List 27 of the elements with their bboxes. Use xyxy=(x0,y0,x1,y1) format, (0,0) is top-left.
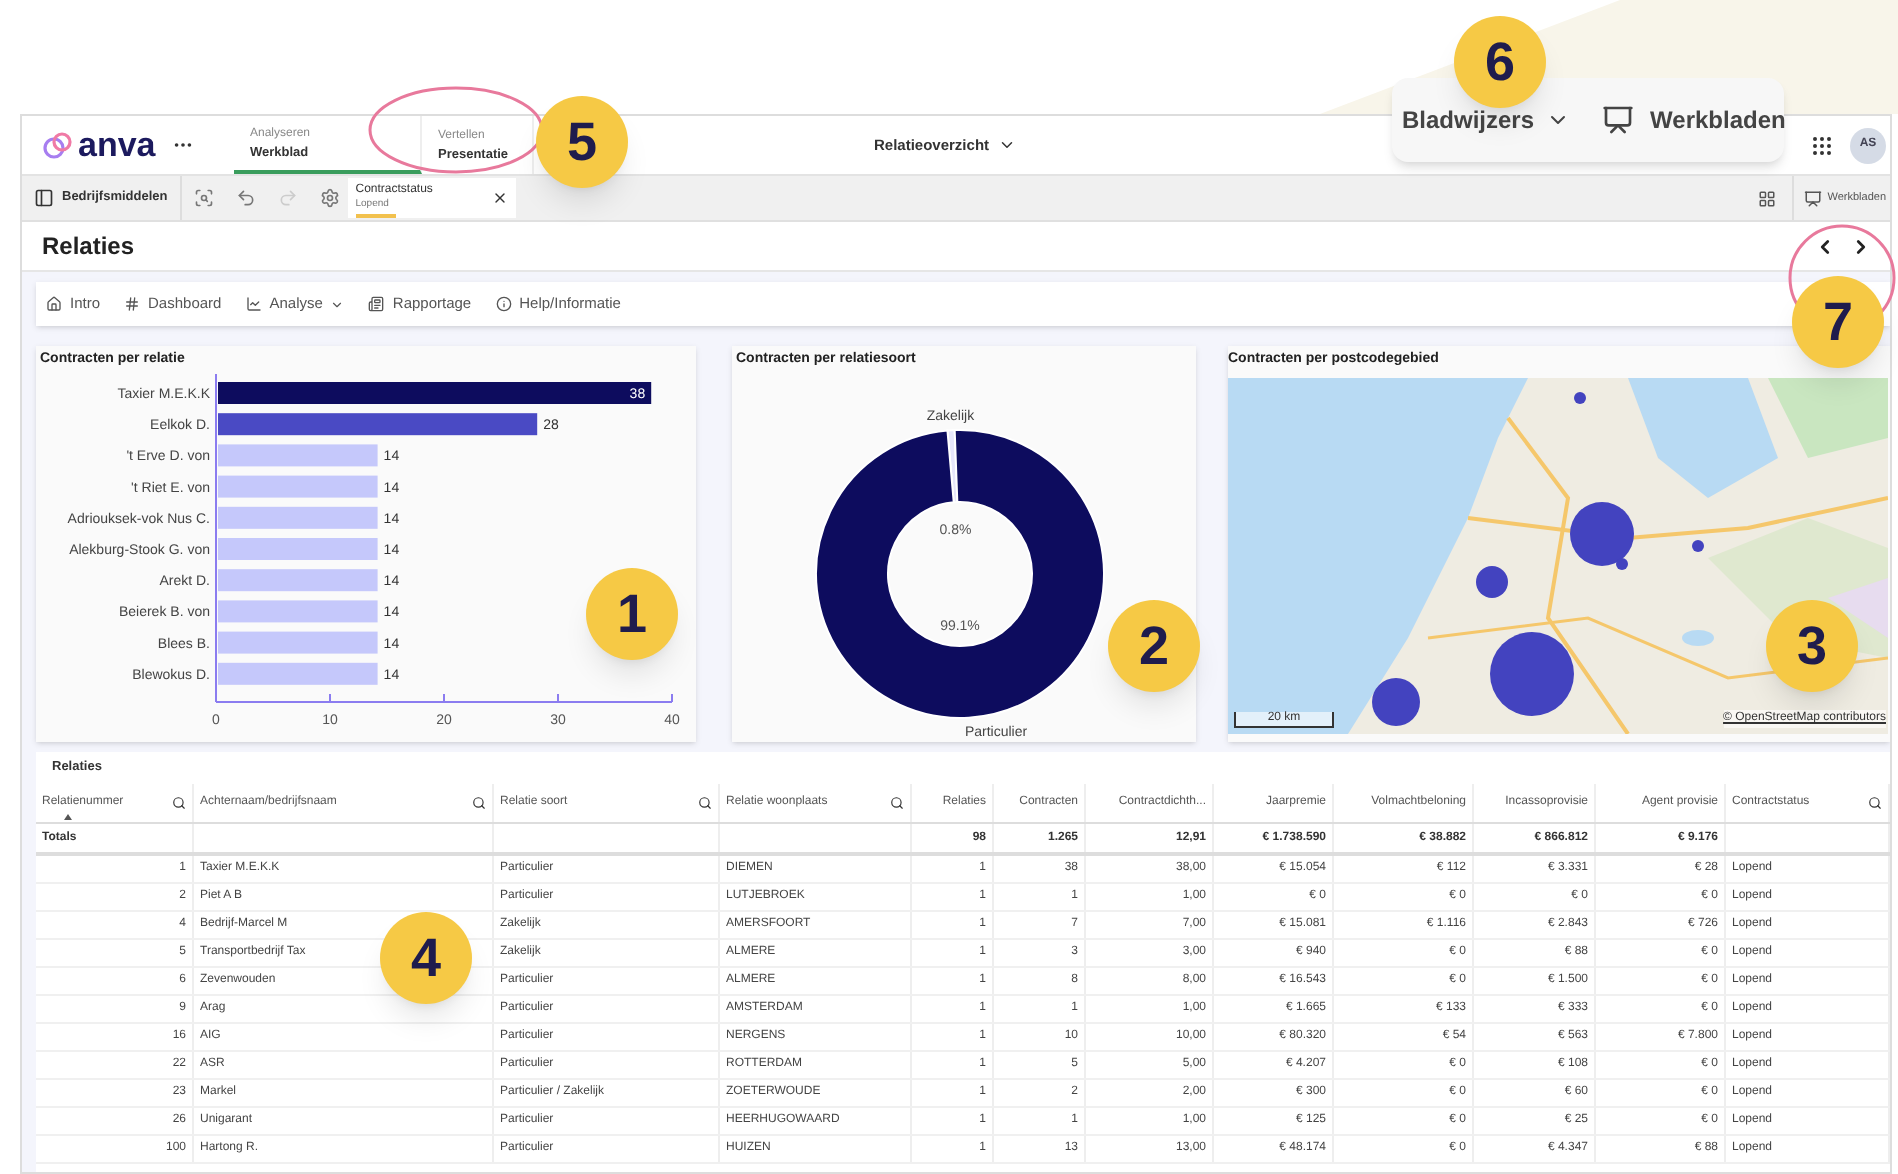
selection-search-icon[interactable] xyxy=(193,188,214,208)
page-title: Relaties xyxy=(42,230,135,264)
line-chart-icon xyxy=(245,296,262,312)
sheets-button[interactable]: Werkbladen xyxy=(1602,102,1786,138)
search-icon[interactable] xyxy=(1868,796,1882,810)
search-icon[interactable] xyxy=(472,796,486,810)
undo-icon[interactable] xyxy=(235,188,256,208)
search-icon[interactable] xyxy=(698,796,712,810)
newspaper-icon xyxy=(368,296,385,312)
logo-icon xyxy=(42,131,74,159)
hash-icon xyxy=(124,296,141,312)
bookmarks-button[interactable]: Bladwijzers xyxy=(1402,102,1571,138)
chevron-down-icon xyxy=(997,136,1016,154)
search-icon[interactable] xyxy=(172,796,186,810)
settings-icon[interactable] xyxy=(319,188,340,208)
easel-icon xyxy=(1602,104,1635,136)
apps-icon[interactable] xyxy=(1810,133,1834,157)
easel-icon xyxy=(1803,189,1822,207)
close-icon[interactable] xyxy=(491,190,508,206)
info-icon xyxy=(495,296,512,312)
panel-icon xyxy=(34,188,54,208)
home-icon xyxy=(46,296,62,312)
sort-icon xyxy=(64,814,72,820)
caret-icon xyxy=(330,297,345,311)
grid-icon[interactable] xyxy=(1757,189,1776,207)
search-icon[interactable] xyxy=(890,796,904,810)
logo-text: anva xyxy=(78,128,156,162)
